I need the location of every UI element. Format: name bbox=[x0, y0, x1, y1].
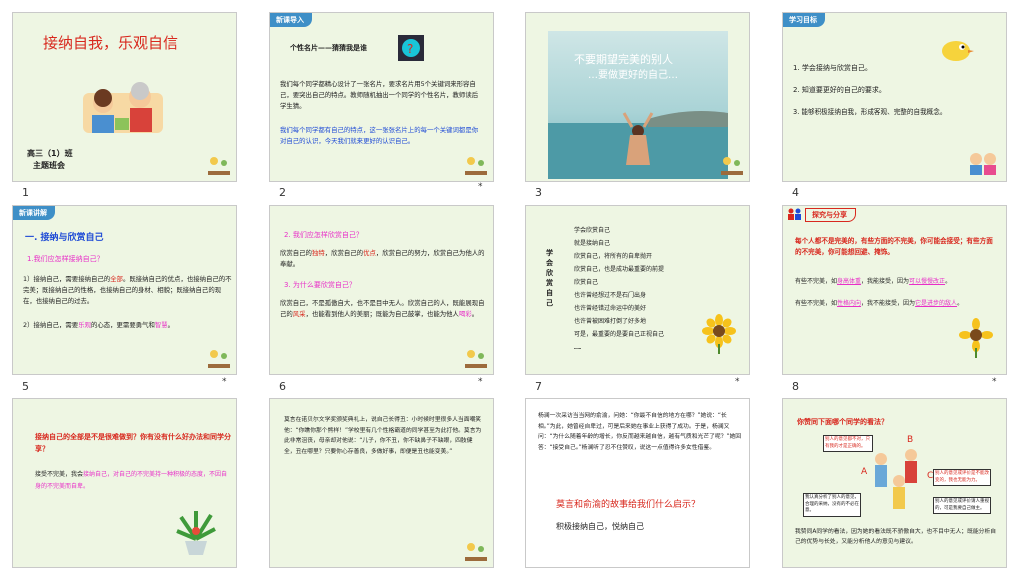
section-heading: 一. 接纳与欣赏自己 bbox=[25, 233, 104, 243]
section-header: 学习目标 bbox=[783, 13, 825, 27]
sunflower-icon bbox=[959, 318, 993, 358]
poem-line: 可是，最重要的是要自己正视自己 bbox=[574, 331, 665, 338]
objective-item: 3. 能够积极接纳自我，形成客观、完整的自我概念。 bbox=[793, 108, 947, 116]
slogan-line-2: …要做更好的自己… bbox=[588, 70, 678, 81]
question-heading: 3. 为什么要欣赏自己？ bbox=[284, 281, 356, 289]
story-paragraph: 莫言在诺贝尔文学奖颁奖典礼上，说自己长得丑：小时候时里很多人当面嘲笑他：“你瞧你… bbox=[284, 417, 482, 455]
poem-line: 也许曾被困难打倒了好多地 bbox=[574, 318, 647, 325]
bird-cartoon-icon bbox=[942, 41, 974, 61]
poem-line: 欣赏自己，将所有的自卑抛开 bbox=[574, 253, 653, 260]
label-b: B bbox=[907, 435, 914, 445]
slide-number-4: 4 bbox=[792, 186, 799, 199]
slide-number-5: 5 bbox=[22, 380, 29, 393]
poem-line: 学会欣赏自己 bbox=[574, 227, 611, 234]
question-heading: 2. 我们应怎样欣赏自己？ bbox=[284, 231, 363, 239]
objective-item: 2. 知道要更好的自己的要求。 bbox=[793, 86, 886, 94]
slide-thumbnail-5[interactable]: 新课讲解 一. 接纳与欣赏自己 1.我们应怎样接纳自己？ 1）接纳自己，需要接纳… bbox=[12, 205, 237, 375]
slide-sorter-grid: 接纳自我，乐观自信 高三（1）班 主题班会 1 新课导入 个性名片——猜猜我是谁… bbox=[0, 0, 1024, 578]
label-c: C bbox=[927, 471, 934, 481]
slide-number-8: 8 bbox=[792, 380, 799, 393]
slide-subtitle: 个性名片——猜猜我是谁 bbox=[290, 44, 367, 52]
kids-cartoon-icon bbox=[970, 153, 996, 175]
opinion-box-4: 别人的意见或评价请人重视的，可是我要自己做主。 bbox=[933, 497, 991, 514]
slide-number-2: 2 bbox=[279, 186, 286, 199]
question-text: 莫言和俞渝的故事给我们什么启示？ bbox=[556, 500, 701, 510]
slide-thumbnail-10[interactable]: 莫言在诺贝尔文学奖颁奖典礼上，说自己长得丑：小时候时里很多人当面嘲笑他：“你瞧你… bbox=[269, 398, 494, 568]
animation-star-icon: * bbox=[478, 182, 483, 192]
class-label: 高三（1）班 bbox=[27, 149, 73, 158]
slide-paragraph-1: 我们每个同学都精心设计了一张名片，要求名片用5个关键词来形容自己，要突出自己的特… bbox=[280, 80, 479, 110]
slide-title: 接纳自我，乐观自信 bbox=[43, 34, 179, 52]
label-a: A bbox=[861, 467, 868, 477]
opinion-box-1: 别人的意见都不对，只有我的才是正确的。 bbox=[823, 435, 873, 452]
slide-thumbnail-3[interactable]: 不要期望完美的别人 …要做更好的自己… bbox=[525, 12, 750, 182]
animation-star-icon: * bbox=[222, 377, 227, 387]
flower-plant-icon bbox=[465, 543, 487, 561]
mystery-person-icon: ? bbox=[398, 35, 424, 61]
sunflower-icon bbox=[702, 314, 736, 354]
flower-plant-icon bbox=[465, 157, 487, 175]
slide-paragraph-1: 欣赏自己的独特，欣赏自己的优点，欣赏自己的努力，欣赏自己为他人的奉献。 bbox=[280, 249, 485, 268]
animation-star-icon: * bbox=[992, 377, 997, 387]
poem-line: 也许曾经错过命运中的美好 bbox=[574, 305, 647, 312]
meeting-label: 主题班会 bbox=[33, 161, 65, 170]
slide-paragraph-2: 欣赏自己，不是孤傲自大，也不是目中无人。欣赏自己的人，既能展现自己的风采，也能看… bbox=[280, 299, 485, 318]
fill-in-line-2: 有些不完美，如性格内向，我不能接受，因为它是进步的敌人。 bbox=[795, 300, 964, 307]
animation-star-icon: * bbox=[478, 377, 483, 387]
slide-number-7: 7 bbox=[535, 380, 542, 393]
slide-thumbnail-2[interactable]: 新课导入 个性名片——猜猜我是谁 ? 我们每个同学都精心设计了一张名片，要求名片… bbox=[269, 12, 494, 182]
slogan-line-1: 不要期望完美的别人 bbox=[574, 53, 673, 66]
flower-plant-icon bbox=[208, 350, 230, 368]
story-paragraph: 杨澜一次采访当当网的俞渝，问她：“你最不自信的地方在哪？”她说：“长相。”为此，… bbox=[538, 413, 742, 451]
flower-plant-icon bbox=[465, 350, 487, 368]
animation-star-icon: * bbox=[735, 377, 740, 387]
poem-line: 欣赏自己 bbox=[574, 279, 599, 286]
poem-line: 就是接纳自己 bbox=[574, 240, 611, 247]
slide-number-1: 1 bbox=[22, 186, 29, 199]
flower-plant-icon bbox=[208, 157, 230, 175]
slide-thumbnail-9[interactable]: 接纳自己的全部是不是很难做到？你有没有什么好办法和同学分享？ 接受不完美，我会接… bbox=[12, 398, 237, 568]
people-icon bbox=[788, 208, 801, 220]
slide-thumbnail-12[interactable]: 你赞同下面哪个同学的看法？ 别人的意见都不对，只有我的才是正确的。 别人的意见或… bbox=[782, 398, 1007, 568]
objective-item: 1. 学会接纳与欣赏自己。 bbox=[793, 64, 872, 72]
slide-number-6: 6 bbox=[279, 380, 286, 393]
poem-line: 也许曾经想过不是石门出身 bbox=[574, 292, 647, 299]
flower-plant-icon bbox=[721, 157, 743, 175]
slide-paragraph-2: 2）接纳自己，需要乐观的心态，更需要勇气和智慧。 bbox=[23, 321, 175, 329]
section-header: 探究与分享 bbox=[805, 208, 856, 222]
slide-thumbnail-4[interactable]: 学习目标 1. 学会接纳与欣赏自己。 2. 知道要更好的自己的要求。 3. 能够… bbox=[782, 12, 1007, 182]
slide-thumbnail-11[interactable]: 杨澜一次采访当当网的俞渝，问她：“你最不自信的地方在哪？”她说：“长相。”为此，… bbox=[525, 398, 750, 568]
svg-text:?: ? bbox=[407, 42, 413, 56]
poem-line: 欣赏自己，也是成功最重要的前提 bbox=[574, 266, 665, 273]
slide-thumbnail-1[interactable]: 接纳自我，乐观自信 高三（1）班 主题班会 bbox=[12, 12, 237, 182]
slide-paragraph-1: 1）接纳自己，需要接纳自己的全部。既接纳自己的优点，也接纳自己的不完美；既接纳自… bbox=[23, 275, 232, 305]
slide-thumbnail-8[interactable]: 探究与分享 每个人都不是完美的，有些方面的不完美，你可能会接受；有些方面的不完美… bbox=[782, 205, 1007, 375]
family-illustration-icon bbox=[75, 73, 170, 135]
section-header: 新课导入 bbox=[270, 13, 312, 27]
slide-paragraph-2: 我们每个同学都有自己的特点，这一张张名片上的每一个关键词都是你对自己的认识，今天… bbox=[280, 126, 479, 145]
opinion-box-2: 别人的意见或评价是不能改变的，我也无能为力。 bbox=[933, 469, 991, 486]
slide-thumbnail-6[interactable]: 2. 我们应怎样欣赏自己？ 欣赏自己的独特，欣赏自己的优点，欣赏自己的努力，欣赏… bbox=[269, 205, 494, 375]
opinion-box-3: 我认真分析了别人的意见，合理的采纳，没有的不必在意。 bbox=[803, 493, 861, 517]
section-header: 新课讲解 bbox=[13, 206, 55, 220]
vertical-title: 学会欣赏自己 bbox=[546, 249, 553, 307]
question-text: 接纳自己的全部是不是很难做到？你有没有什么好办法和同学分享？ bbox=[35, 433, 231, 453]
slide-number-3: 3 bbox=[535, 186, 542, 199]
conclusion-text: 我赞同A同学的看法，因为她的看法既不骄傲自大，也不目中无人；既能分析自己的优势与… bbox=[795, 529, 997, 545]
question-heading: 1.我们应怎样接纳自己？ bbox=[27, 255, 104, 263]
students-illustration-icon bbox=[875, 449, 917, 509]
potted-plant-icon bbox=[176, 511, 216, 555]
answer-text: 积极接纳自己，悦纳自己 bbox=[556, 522, 644, 531]
poem-line: …… bbox=[574, 344, 582, 351]
answer-text: 接受不完美，我会接纳自己，对自己的不完美持一种积极的态度，不因自身的不完美而自卑… bbox=[35, 471, 228, 490]
slide-thumbnail-7[interactable]: 学会欣赏自己 学会欣赏自己 就是接纳自己 欣赏自己，将所有的自卑抛开 欣赏自己，… bbox=[525, 205, 750, 375]
question-text: 你赞同下面哪个同学的看法？ bbox=[797, 418, 888, 426]
fill-in-line-1: 有些不完美，如身高体重，我能接受，因为可以慢慢改正。 bbox=[795, 278, 952, 285]
slide-paragraph-1: 每个人都不是完美的，有些方面的不完美，你可能会接受；有些方面的不完美，你可能想回… bbox=[795, 237, 993, 256]
